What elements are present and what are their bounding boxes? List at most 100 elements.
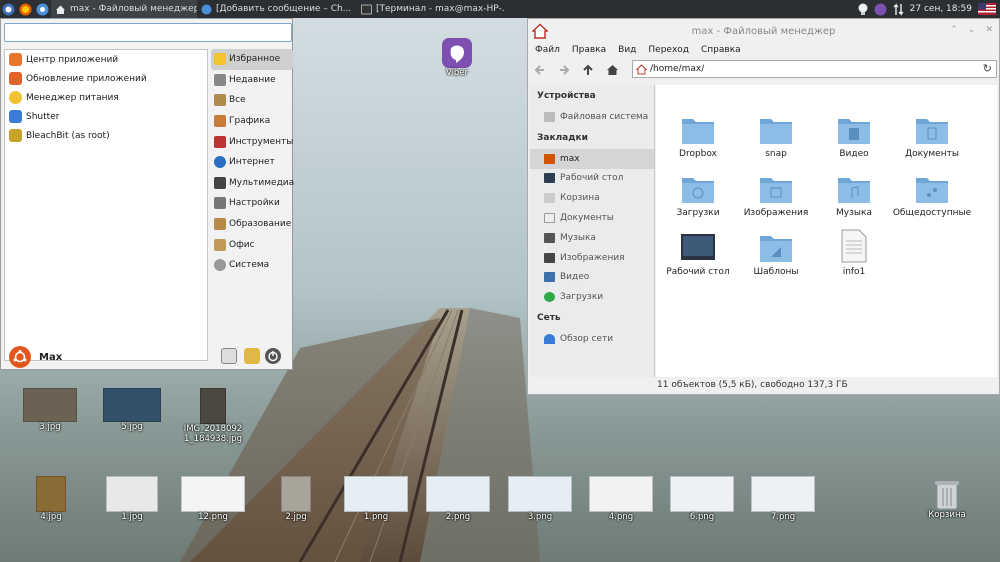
lock-screen-icon[interactable] (244, 348, 260, 364)
menu-category-multimedia[interactable]: Мультимедиа (211, 173, 294, 194)
window-titlebar[interactable]: max - Файловый менеджер ⌃ ⌄ ✕ (528, 19, 999, 43)
menu-category-education[interactable]: Образование (211, 214, 293, 235)
menu-search-input[interactable] (4, 23, 292, 42)
desktop-file-icon[interactable]: 3.png (508, 476, 572, 522)
home-button[interactable] (600, 59, 624, 81)
clock[interactable]: 27 сен, 18:59 (910, 4, 972, 14)
folder-item[interactable]: Изображения (737, 174, 815, 218)
minimize-button[interactable]: ⌃ (950, 25, 958, 35)
sidebar-item-filesystem[interactable]: Файловая система (530, 107, 654, 127)
category-label: Образование (229, 219, 292, 230)
menu-view[interactable]: Вид (618, 45, 636, 55)
menu-app-item[interactable]: BleachBit (as root) (5, 126, 207, 145)
folder-item[interactable]: Музыка (815, 174, 893, 218)
desktop-file-icon[interactable]: 2.png (426, 476, 490, 522)
up-button[interactable] (576, 59, 600, 81)
desktop-icon-label: 2.png (445, 512, 471, 522)
desktop-file-icon[interactable]: 4.jpg (30, 476, 72, 522)
reload-icon[interactable]: ↻ (983, 62, 992, 75)
us-flag-icon[interactable] (978, 3, 996, 15)
sidebar-item-network[interactable]: Обзор сети (530, 329, 654, 349)
desktop-file-icon[interactable]: 6.png (670, 476, 734, 522)
menu-help[interactable]: Справка (701, 45, 741, 55)
arrow-up-icon (583, 64, 593, 75)
sidebar-item-downloads[interactable]: Загрузки (530, 287, 654, 307)
menu-category-all[interactable]: Все (211, 90, 293, 111)
close-button[interactable]: ✕ (985, 25, 993, 35)
taskbar-item-browser[interactable]: [Добавить сообщение – Ch... (197, 0, 357, 18)
menu-category-settings[interactable]: Настройки (211, 193, 293, 214)
toolbar: /home/max/ ↻ (528, 57, 999, 83)
menu-category-tools[interactable]: Инструменты (211, 131, 293, 152)
folder-item[interactable]: Dropbox (659, 115, 737, 159)
menu-edit[interactable]: Правка (572, 45, 606, 55)
desktop-file-icon[interactable]: 5.jpg (103, 388, 161, 432)
sidebar-item-pictures[interactable]: Изображения (530, 248, 654, 268)
folder-item[interactable]: Загрузки (659, 174, 737, 218)
desktop-file-icon[interactable]: 2.jpg (279, 476, 313, 522)
menu-category-office[interactable]: Офис (211, 234, 293, 255)
sidebar-section-bookmarks: Закладки (537, 132, 588, 143)
taskbar-item-terminal[interactable]: [Терминал - max@max-HP-... (357, 0, 505, 18)
desktop-file-icon[interactable]: 7.png (751, 476, 815, 522)
sidebar-item-label: Рабочий стол (560, 173, 624, 184)
sidebar-item-documents[interactable]: Документы (530, 208, 654, 228)
viber-tray-icon[interactable] (874, 3, 887, 16)
chromium-launcher[interactable] (34, 1, 51, 18)
desktop-icon-viber[interactable]: Viber (435, 38, 479, 78)
menu-app-item[interactable]: Обновление приложений (5, 69, 207, 88)
menu-category-recent[interactable]: Недавние (211, 70, 293, 91)
firefox-launcher[interactable] (17, 1, 34, 18)
menu-app-item[interactable]: Shutter (5, 107, 207, 126)
public-folder-icon (916, 178, 948, 203)
file-item[interactable]: info1 (815, 229, 893, 277)
maximize-button[interactable]: ⌄ (968, 25, 976, 35)
menu-file[interactable]: Файл (535, 45, 560, 55)
menu-category-list: Избранное Недавние Все Графика Инструмен… (211, 49, 294, 276)
folder-item[interactable]: snap (737, 115, 815, 159)
desktop-file-icon[interactable]: 4.png (589, 476, 653, 522)
folder-item[interactable]: Документы (893, 115, 971, 159)
desktop-file-icon[interactable]: 1.png (344, 476, 408, 522)
desktop-icon-trash[interactable]: Корзина (922, 478, 972, 520)
menu-go[interactable]: Переход (648, 45, 689, 55)
lightbulb-icon[interactable] (858, 3, 868, 16)
folder-item[interactable]: Шаблоны (737, 231, 815, 277)
chromium-icon (36, 3, 49, 15)
sidebar-item-trash[interactable]: Корзина (530, 188, 654, 208)
network-arrows-icon[interactable] (893, 2, 904, 16)
desktop-file-icon[interactable]: IMG_20180921_184938.jpg (176, 388, 250, 444)
back-button[interactable] (528, 59, 552, 81)
desktop-file-icon[interactable]: 1.jpg (105, 476, 159, 522)
menu-category-system[interactable]: Система (211, 255, 293, 276)
forward-button[interactable] (552, 59, 576, 81)
globe-icon (214, 156, 226, 169)
location-bar[interactable]: /home/max/ ↻ (632, 60, 997, 78)
menu-app-item[interactable]: Менеджер питания (5, 88, 207, 107)
sidebar-item-desktop[interactable]: Рабочий стол (530, 169, 654, 189)
desktop-icon-label: 4.png (608, 512, 634, 522)
sidebar-item-label: Файловая система (560, 111, 649, 122)
gear-icon (214, 259, 226, 272)
menu-category-favorites[interactable]: Избранное (211, 49, 293, 70)
menu-app-label: Shutter (26, 111, 60, 122)
menu-category-graphics[interactable]: Графика (211, 111, 293, 132)
folder-item[interactable]: Общедоступные (893, 174, 971, 218)
sidebar-item-videos[interactable]: Видео (530, 268, 654, 288)
home-icon (544, 153, 555, 164)
power-icon[interactable] (265, 348, 281, 364)
folder-item[interactable]: Рабочий стол (659, 231, 737, 277)
desktop-file-icon[interactable]: 12.png (181, 476, 245, 522)
image-thumbnail (200, 388, 226, 424)
sidebar-item-label: Видео (560, 272, 590, 283)
whisker-menu-button[interactable] (0, 1, 17, 18)
desktop-file-icon[interactable]: 3.jpg (22, 388, 78, 432)
arrow-left-icon (534, 65, 544, 75)
sidebar-item-home[interactable]: max (530, 148, 654, 169)
taskbar-item-file-manager[interactable]: max - Файловый менеджер (51, 0, 197, 18)
settings-manager-icon[interactable] (221, 348, 237, 364)
folder-item[interactable]: Видео (815, 115, 893, 159)
menu-app-item[interactable]: Центр приложений (5, 50, 207, 69)
sidebar-item-music[interactable]: Музыка (530, 228, 654, 248)
menu-category-internet[interactable]: Интернет (211, 152, 293, 173)
